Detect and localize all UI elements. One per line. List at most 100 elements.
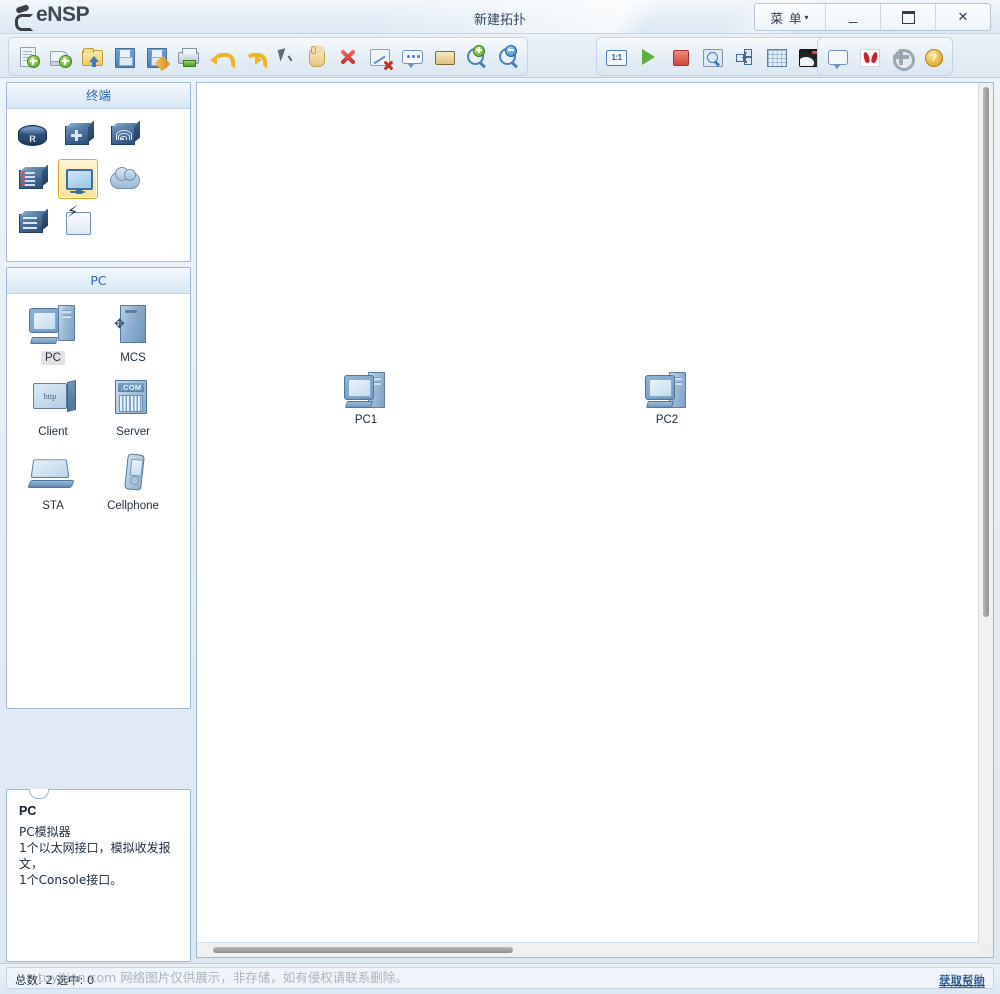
chevron-down-icon: ▾ — [804, 12, 810, 22]
toolbar-file-group — [8, 37, 528, 76]
huawei-button[interactable] — [853, 41, 885, 72]
canvas-horizontal-scrollbar-thumb[interactable] — [213, 947, 513, 953]
save-button[interactable] — [108, 41, 140, 72]
capture-packet-button[interactable] — [696, 41, 728, 72]
sidebar-device-firewall[interactable] — [12, 159, 52, 199]
delete-link-button[interactable] — [364, 41, 396, 72]
pc-item-label: Server — [116, 426, 150, 438]
undo-button[interactable] — [204, 41, 236, 72]
maximize-icon — [901, 10, 915, 24]
description-notch — [29, 789, 49, 799]
pc-item-grid: PC ✥ MCS http Client .COM Server STA Cel… — [7, 294, 190, 534]
feedback-link[interactable]: 学成反馈 — [939, 974, 985, 990]
pc-item-cellphone[interactable]: Cellphone — [93, 450, 173, 513]
close-button[interactable]: ✕ — [936, 4, 990, 30]
stop-device-icon — [669, 46, 691, 68]
print-button[interactable] — [172, 41, 204, 72]
topology-node-pc2[interactable]: PC2 — [634, 368, 700, 426]
canvas-horizontal-scrollbar[interactable] — [197, 942, 979, 957]
pc-item-label: PC — [41, 351, 65, 365]
description-panel-wrap: PC PC模拟器 1个以太网接口，模拟收发报文， 1个Console接口。 — [6, 789, 191, 962]
status-bar-inner: 总数: 2 选中: 0 获取帮助 学成反馈 — [6, 967, 994, 989]
desktop-pc-icon — [27, 302, 79, 346]
monitor-icon — [62, 164, 94, 194]
terminal-panel: 终端 R — [6, 82, 191, 262]
pc-panel: PC PC ✥ MCS http Client .COM Server STA … — [6, 267, 191, 709]
sidebar-device-frame-relay[interactable] — [12, 203, 52, 243]
hand-tool-button[interactable] — [300, 41, 332, 72]
cellphone-icon — [107, 450, 159, 494]
sidebar-device-terminal[interactable] — [58, 159, 98, 199]
pointer-tool-button[interactable] — [268, 41, 300, 72]
sidebar-device-switch[interactable] — [58, 115, 98, 155]
zoom-out-button[interactable] — [492, 41, 524, 72]
menu-button[interactable]: 菜 单 ▾ — [755, 4, 826, 30]
text-balloon-icon — [401, 46, 423, 68]
mcs-icon: ✥ — [107, 302, 159, 346]
server-icon: .COM — [107, 376, 159, 420]
save-icon — [113, 46, 135, 68]
undo-icon — [209, 46, 231, 68]
huawei-logo-icon — [858, 46, 880, 68]
delete-icon — [337, 46, 359, 68]
canvas-vertical-scrollbar-thumb[interactable] — [983, 87, 989, 617]
sidebar-device-wlan[interactable] — [104, 115, 144, 155]
topology-canvas-area[interactable]: PC1 PC2 — [196, 82, 994, 958]
redo-icon — [241, 46, 263, 68]
settings-gear-icon — [890, 46, 915, 71]
switch-icon — [62, 120, 94, 150]
topology-node-pc1[interactable]: PC1 — [333, 368, 399, 426]
sidebar-device-router[interactable]: R — [12, 115, 52, 155]
maximize-button[interactable] — [881, 4, 936, 30]
pc-item-pc[interactable]: PC — [13, 302, 93, 365]
pc-item-client[interactable]: http Client — [13, 376, 93, 439]
frame-relay-icon — [16, 208, 48, 238]
node-label: PC2 — [655, 414, 679, 426]
start-device-button[interactable] — [632, 41, 664, 72]
rectangle-icon — [433, 46, 455, 68]
new-topology-icon — [17, 46, 40, 68]
add-shape-button[interactable] — [428, 41, 460, 72]
laptop-icon — [27, 450, 79, 494]
help-button[interactable]: ? — [917, 41, 949, 72]
lightning-icon — [62, 205, 94, 238]
zoom-reset-icon: 1:1 — [605, 46, 627, 68]
hand-icon — [305, 45, 327, 68]
topology-canvas[interactable]: PC1 PC2 — [197, 83, 979, 943]
delete-link-icon — [369, 46, 391, 68]
delete-button[interactable] — [332, 41, 364, 72]
sidebar-device-cloud[interactable] — [104, 159, 144, 199]
pc-panel-header[interactable]: PC — [7, 268, 190, 294]
grid-button[interactable] — [760, 41, 792, 72]
topology-tree-icon — [733, 46, 755, 68]
minimize-button[interactable]: _ — [826, 4, 881, 30]
redo-button[interactable] — [236, 41, 268, 72]
zoom-in-button[interactable] — [460, 41, 492, 72]
add-description-button[interactable] — [396, 41, 428, 72]
terminal-panel-header[interactable]: 终端 — [7, 83, 190, 109]
desktop-pc-icon — [341, 368, 391, 412]
forum-button[interactable] — [821, 41, 853, 72]
print-icon — [177, 46, 199, 68]
start-device-icon — [637, 46, 659, 68]
settings-button[interactable] — [885, 41, 917, 72]
topology-tree-button[interactable] — [728, 41, 760, 72]
zoom-reset-button[interactable]: 1:1 — [600, 41, 632, 72]
toolbar-help-group: ? — [817, 37, 953, 76]
canvas-vertical-scrollbar[interactable] — [978, 83, 993, 943]
zoom-out-icon — [497, 44, 519, 69]
save-as-button[interactable] — [140, 41, 172, 72]
pc-item-sta[interactable]: STA — [13, 450, 93, 513]
new-topology-button[interactable] — [12, 41, 44, 72]
stop-device-button[interactable] — [664, 41, 696, 72]
window-controls: 菜 单 ▾ _ ✕ — [754, 3, 991, 31]
pc-item-mcs[interactable]: ✥ MCS — [93, 302, 173, 365]
node-label: PC1 — [354, 414, 378, 426]
minimize-icon: _ — [848, 7, 858, 24]
pc-item-server[interactable]: .COM Server — [93, 376, 173, 439]
sidebar-device-custom[interactable] — [58, 203, 98, 243]
new-device-button[interactable] — [44, 41, 76, 72]
close-icon: ✕ — [957, 9, 969, 24]
firewall-icon — [16, 164, 48, 194]
open-button[interactable] — [76, 41, 108, 72]
